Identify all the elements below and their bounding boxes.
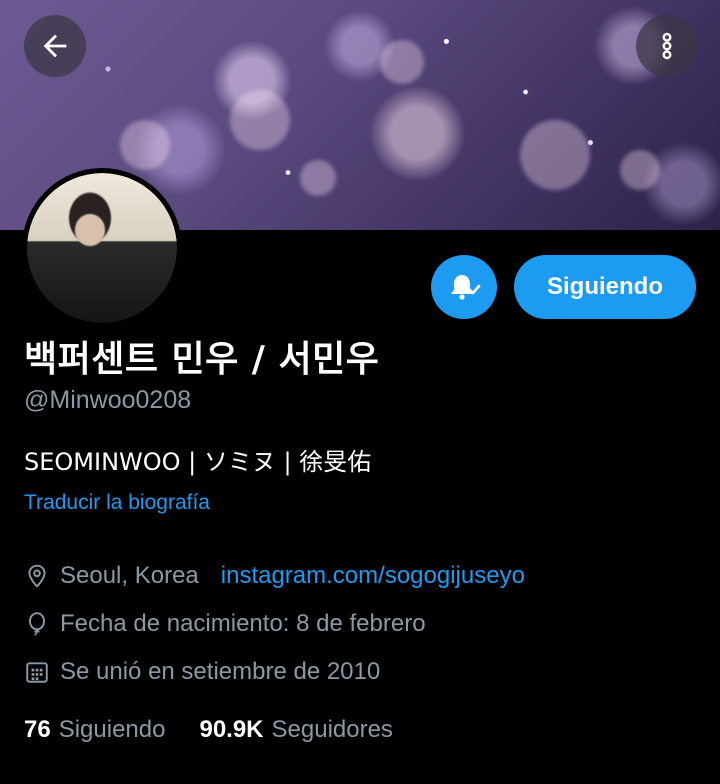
more-options-button[interactable] xyxy=(636,15,698,77)
translate-bio-link[interactable]: Traducir la biografía xyxy=(24,491,210,515)
location-pin-icon xyxy=(28,564,46,588)
avatar[interactable] xyxy=(22,168,182,328)
following-button[interactable]: Siguiendo xyxy=(514,255,696,319)
followers-count: 90.9K xyxy=(199,716,264,743)
following-label: Siguiendo xyxy=(58,716,166,743)
arrow-left-icon xyxy=(43,34,67,58)
bell-check-icon xyxy=(451,275,481,300)
following-count: 76 xyxy=(24,716,51,743)
joined-text: Se unió en setiembre de 2010 xyxy=(60,658,381,685)
website-link[interactable]: instagram.com/sogogijuseyo xyxy=(221,562,525,590)
birthday-text: Fecha de nacimiento: 8 de febrero xyxy=(60,610,426,637)
notifications-button[interactable] xyxy=(431,255,497,319)
following-stat[interactable]: 76 Siguiendo xyxy=(24,716,165,744)
back-button[interactable] xyxy=(24,15,86,77)
followers-label: Seguidores xyxy=(271,716,393,743)
followers-stat[interactable]: 90.9K Seguidores xyxy=(199,716,392,744)
calendar-icon xyxy=(26,662,48,683)
location-row: Seoul, Korea instagram.com/sogogijuseyo xyxy=(24,562,525,590)
avatar-image xyxy=(27,173,177,323)
bio-text: SEOMINWOO | ソミヌ | 徐旻佑 xyxy=(24,448,372,476)
balloon-icon xyxy=(28,612,46,636)
more-vertical-icon xyxy=(662,32,672,60)
display-name: 백퍼센트 민우 / 서민우 xyxy=(24,339,380,380)
birthday-row: Fecha de nacimiento: 8 de febrero xyxy=(24,610,426,638)
location-text: Seoul, Korea xyxy=(60,562,199,589)
follow-stats: 76 Siguiendo 90.9K Seguidores xyxy=(24,716,427,744)
joined-row: Se unió en setiembre de 2010 xyxy=(24,658,380,686)
user-handle: @Minwoo0208 xyxy=(24,386,192,414)
